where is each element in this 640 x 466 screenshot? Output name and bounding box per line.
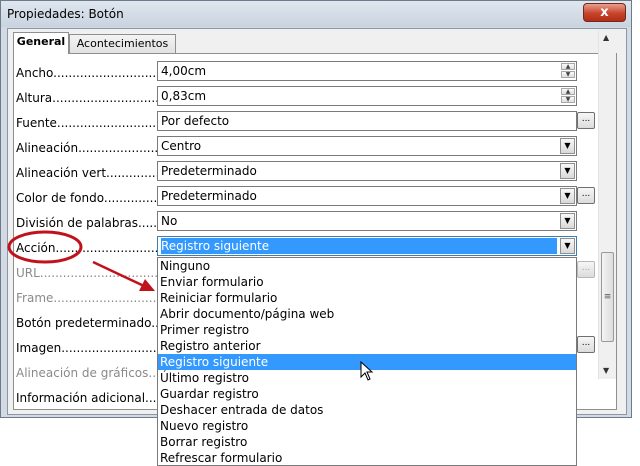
mouse-cursor-icon xyxy=(360,361,374,381)
highlight-ellipse xyxy=(7,230,83,264)
annotation-overlay xyxy=(7,230,155,291)
annotation-arrow-shaft xyxy=(92,260,145,288)
